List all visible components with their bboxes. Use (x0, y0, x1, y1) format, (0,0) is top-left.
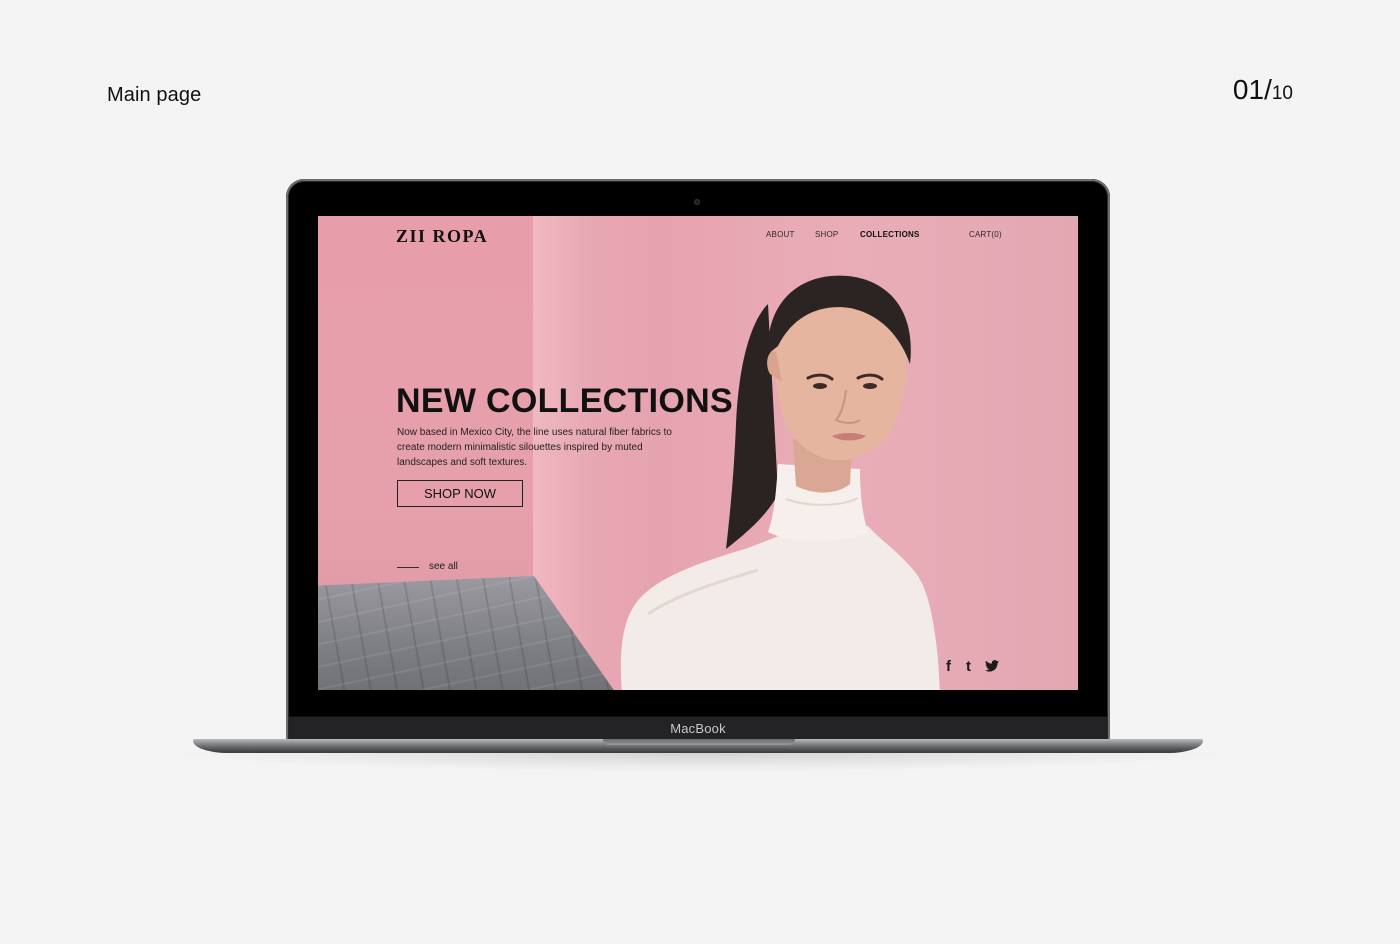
shop-now-button[interactable]: SHOP NOW (397, 480, 523, 507)
nav-collections[interactable]: COLLECTIONS (860, 230, 920, 239)
social-links: f t (942, 658, 1012, 676)
tumblr-icon[interactable]: t (966, 658, 971, 675)
hero-title: NEW COLLECTIONS (396, 382, 733, 420)
nav-about[interactable]: ABOUT (766, 230, 795, 239)
slide-title: Main page (107, 84, 202, 106)
hero-model-image (620, 275, 940, 690)
site-nav: ABOUT SHOP COLLECTIONS CART(0) (318, 230, 1078, 242)
see-all-line (397, 567, 419, 568)
hero-description: Now based in Mexico City, the line uses … (397, 427, 672, 468)
nav-shop[interactable]: SHOP (815, 230, 838, 239)
camera-icon (694, 199, 700, 205)
laptop-chin: MacBook (289, 716, 1107, 741)
laptop-notch (603, 739, 795, 745)
counter-total: 10 (1271, 83, 1293, 104)
counter-current: 01 (1232, 74, 1265, 105)
laptop-shadow (160, 752, 1240, 772)
facebook-icon[interactable]: f (946, 658, 951, 675)
website-screen: ZII ROPA ABOUT SHOP COLLECTIONS CART(0) … (318, 216, 1078, 690)
device-brand-label: MacBook (670, 721, 726, 736)
see-all-label: see all (429, 561, 458, 572)
nav-cart[interactable]: CART(0) (969, 230, 1002, 239)
slide-counter: 01/10 (1233, 74, 1293, 106)
twitter-icon[interactable] (985, 660, 999, 672)
counter-separator: / (1264, 74, 1272, 105)
